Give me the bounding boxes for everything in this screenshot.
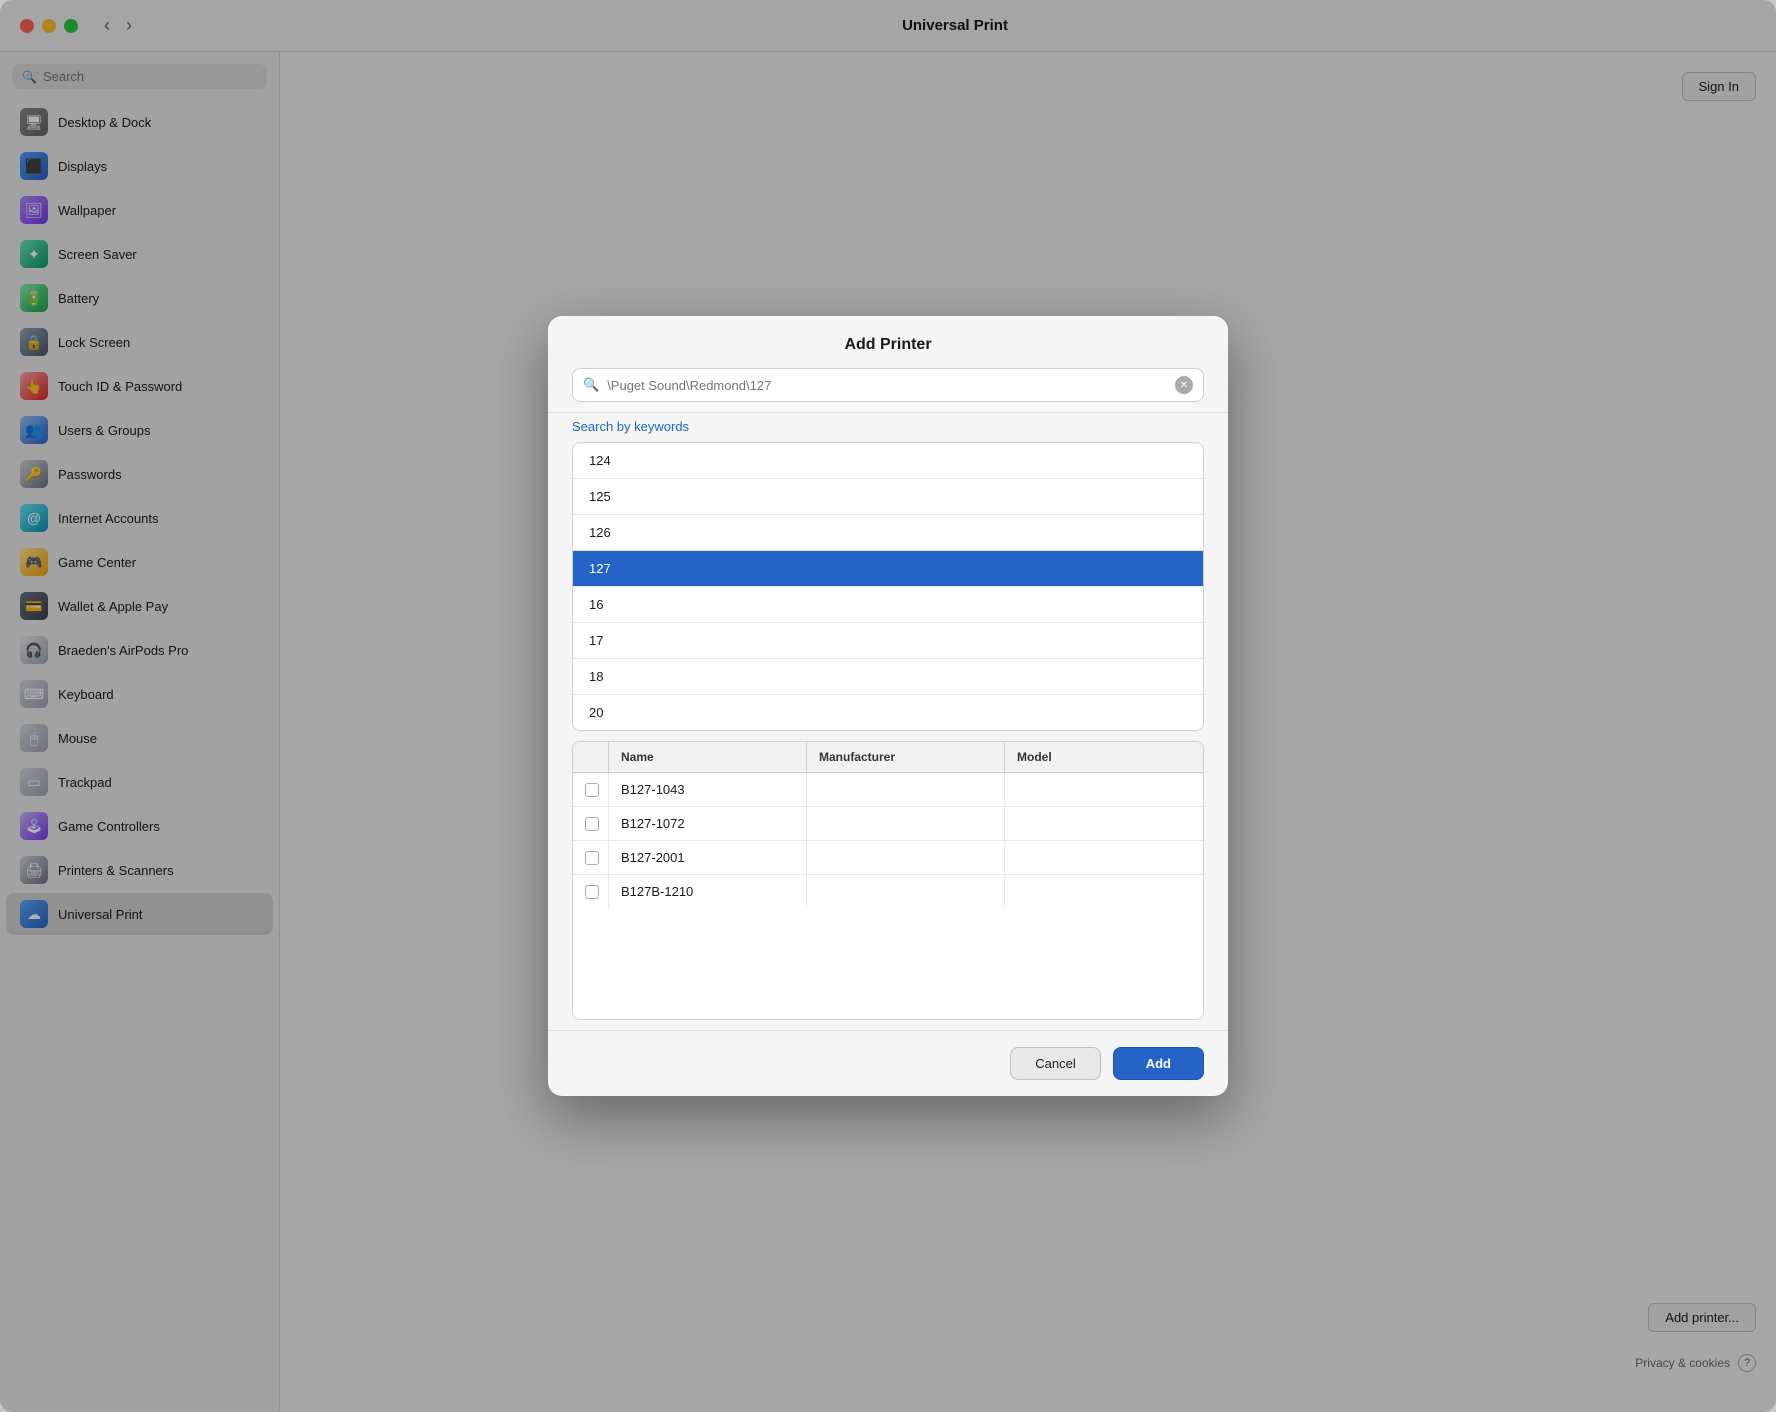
printer-list-item-126[interactable]: 126 bbox=[573, 515, 1203, 551]
modal-search-icon: 🔍 bbox=[583, 377, 599, 393]
modal-search-box: 🔍 \Puget Sound\Redmond\127 ✕ bbox=[572, 368, 1204, 402]
search-by-keywords-link[interactable]: Search by keywords bbox=[548, 413, 1228, 442]
printer-list-item-16[interactable]: 16 bbox=[573, 587, 1203, 623]
row-checkbox-cell bbox=[573, 807, 609, 840]
row-name-cell: B127-1072 bbox=[609, 807, 807, 840]
printer-list-item-124[interactable]: 124 bbox=[573, 443, 1203, 479]
row-model-cell bbox=[1005, 841, 1203, 874]
cancel-button[interactable]: Cancel bbox=[1010, 1047, 1100, 1080]
row-manufacturer-cell bbox=[807, 875, 1005, 908]
row-checkbox-cell bbox=[573, 773, 609, 806]
table-row[interactable]: B127-2001 bbox=[573, 841, 1203, 875]
app-window: ‹ › Universal Print 🔍 🖥 Desktop & Dock ⬛… bbox=[0, 0, 1776, 1412]
row-name-cell: B127-1043 bbox=[609, 773, 807, 806]
printer-search-input[interactable]: \Puget Sound\Redmond\127 bbox=[607, 378, 1167, 393]
add-printer-modal: Add Printer 🔍 \Puget Sound\Redmond\127 ✕… bbox=[548, 316, 1228, 1096]
modal-header: Add Printer bbox=[548, 316, 1228, 368]
row-name-cell: B127-2001 bbox=[609, 841, 807, 874]
table-header-manufacturer: Manufacturer bbox=[807, 742, 1005, 772]
table-header: Name Manufacturer Model bbox=[573, 742, 1203, 773]
printer-results-table: Name Manufacturer Model B127-1043 B127-1… bbox=[572, 741, 1204, 1020]
printer-list-item-125[interactable]: 125 bbox=[573, 479, 1203, 515]
printer-list-item-20[interactable]: 20 bbox=[573, 695, 1203, 730]
table-row[interactable]: B127B-1210 bbox=[573, 875, 1203, 908]
table-body: B127-1043 B127-1072 B127-2001 B127B-1210 bbox=[573, 773, 1203, 973]
row-checkbox-cell bbox=[573, 841, 609, 874]
row-model-cell bbox=[1005, 773, 1203, 806]
row-manufacturer-cell bbox=[807, 773, 1005, 806]
add-button[interactable]: Add bbox=[1113, 1047, 1204, 1080]
table-header-name: Name bbox=[609, 742, 807, 772]
row-checkbox-cell bbox=[573, 875, 609, 908]
row-model-cell bbox=[1005, 875, 1203, 908]
modal-title: Add Printer bbox=[572, 336, 1204, 354]
table-row[interactable]: B127-1043 bbox=[573, 773, 1203, 807]
row-checkbox[interactable] bbox=[585, 885, 599, 899]
row-checkbox[interactable] bbox=[585, 783, 599, 797]
empty-table-area bbox=[573, 973, 1203, 1020]
printer-list-item-18[interactable]: 18 bbox=[573, 659, 1203, 695]
row-checkbox[interactable] bbox=[585, 851, 599, 865]
printer-list-item-17[interactable]: 17 bbox=[573, 623, 1203, 659]
row-manufacturer-cell bbox=[807, 807, 1005, 840]
table-row[interactable]: B127-1072 bbox=[573, 807, 1203, 841]
row-name-cell: B127B-1210 bbox=[609, 875, 807, 908]
table-header-model: Model bbox=[1005, 742, 1203, 772]
printer-number-list-container: 12412512612716171820 bbox=[548, 442, 1228, 731]
modal-footer: Cancel Add bbox=[548, 1030, 1228, 1096]
row-manufacturer-cell bbox=[807, 841, 1005, 874]
printer-list-item-127[interactable]: 127 bbox=[573, 551, 1203, 587]
modal-search-row: 🔍 \Puget Sound\Redmond\127 ✕ bbox=[548, 368, 1228, 413]
printer-number-list: 12412512612716171820 bbox=[572, 442, 1204, 731]
row-checkbox[interactable] bbox=[585, 817, 599, 831]
row-model-cell bbox=[1005, 807, 1203, 840]
clear-search-button[interactable]: ✕ bbox=[1175, 376, 1193, 394]
table-header-checkbox bbox=[573, 742, 609, 772]
modal-overlay: Add Printer 🔍 \Puget Sound\Redmond\127 ✕… bbox=[0, 0, 1776, 1412]
